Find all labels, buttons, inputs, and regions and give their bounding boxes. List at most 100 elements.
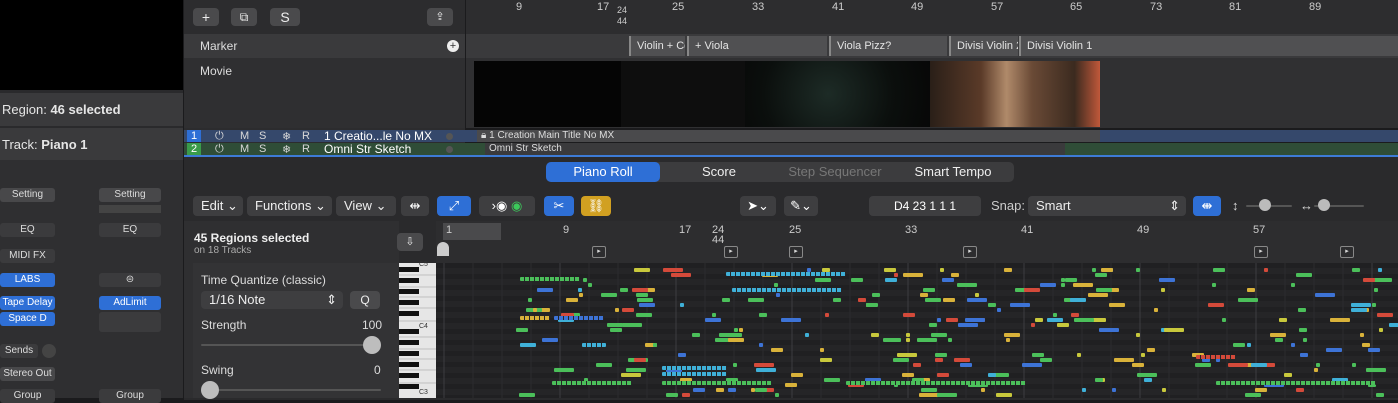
midi-note[interactable] <box>1351 303 1372 307</box>
midi-note[interactable] <box>739 328 744 332</box>
midi-note[interactable] <box>626 368 647 372</box>
midi-note[interactable] <box>719 333 740 337</box>
midi-note[interactable] <box>750 388 755 392</box>
midi-note[interactable] <box>1195 363 1212 367</box>
midi-note[interactable] <box>1379 328 1384 332</box>
midi-note[interactable] <box>541 338 558 342</box>
midi-note[interactable] <box>960 363 973 367</box>
midi-note[interactable] <box>520 343 537 347</box>
midi-note[interactable] <box>1061 278 1066 282</box>
midi-note[interactable] <box>997 308 1002 312</box>
midi-note[interactable] <box>1222 318 1227 322</box>
midi-note[interactable] <box>1073 318 1094 322</box>
midi-note[interactable] <box>583 278 588 282</box>
midi-note[interactable] <box>1136 373 1157 377</box>
quantize-select[interactable]: 1/16 Note ⇕ <box>201 291 343 309</box>
midi-note[interactable] <box>1094 273 1107 277</box>
solo-button[interactable]: S <box>270 8 300 26</box>
midi-note[interactable] <box>988 303 997 307</box>
midi-note[interactable] <box>804 333 809 337</box>
midi-note[interactable] <box>633 358 646 362</box>
midi-note[interactable] <box>587 283 592 287</box>
track-name[interactable]: Omni Str Sketch <box>324 142 411 156</box>
midi-note-run[interactable] <box>1196 355 1236 359</box>
midi-note[interactable] <box>1362 278 1375 282</box>
midi-note[interactable] <box>1212 268 1225 272</box>
region-marker-icon[interactable]: ▸ <box>592 246 606 258</box>
region-marker-icon[interactable]: ▸ <box>789 246 803 258</box>
region[interactable]: 🔒︎ 1 Creation Main Title No MX <box>477 130 1100 142</box>
midi-note[interactable] <box>1316 363 1321 367</box>
strip1-midifx-slot[interactable]: MIDI FX <box>0 249 55 263</box>
position-display[interactable]: D4 23 1 1 1 <box>869 196 981 216</box>
midi-note[interactable] <box>1313 368 1318 372</box>
strip1-insert-slot-1[interactable]: Tape Delay <box>0 296 55 310</box>
midi-note[interactable] <box>758 313 767 317</box>
midi-note[interactable] <box>1227 363 1248 367</box>
midi-draw-icon[interactable]: ⤢ <box>437 196 471 216</box>
midi-note-run[interactable] <box>726 272 846 276</box>
midi-note[interactable] <box>902 313 915 317</box>
midi-note[interactable] <box>1072 283 1093 287</box>
solo-button[interactable]: S <box>259 130 266 142</box>
add-track-button[interactable]: + <box>193 8 219 26</box>
catch-icon[interactable]: ⇹ <box>401 196 429 216</box>
midi-note[interactable] <box>516 328 529 332</box>
midi-note[interactable] <box>1291 343 1296 347</box>
tab-smart-tempo[interactable]: Smart Tempo <box>894 162 1012 182</box>
pointer-tool-icon[interactable]: ➤⌄ <box>740 196 776 216</box>
marker[interactable]: Violin + Ce <box>629 36 685 56</box>
midi-note[interactable] <box>1251 363 1267 367</box>
midi-note[interactable] <box>1031 323 1036 327</box>
strip2-empty-slot[interactable] <box>99 312 161 332</box>
midi-note[interactable] <box>936 318 941 322</box>
midi-note[interactable] <box>928 323 937 327</box>
midi-note[interactable] <box>1034 318 1043 322</box>
swing-slider[interactable] <box>201 389 381 391</box>
midi-note[interactable] <box>950 273 959 277</box>
marker[interactable]: Viola Pizz? <box>829 36 947 56</box>
midi-note[interactable] <box>1232 343 1245 347</box>
mute-button[interactable]: M <box>240 143 249 155</box>
midi-note[interactable] <box>1135 333 1140 337</box>
midi-note[interactable] <box>606 323 623 327</box>
midi-note[interactable] <box>893 358 910 362</box>
midi-note[interactable] <box>610 328 623 332</box>
vertical-zoom-knob[interactable] <box>1259 199 1271 211</box>
midi-note[interactable] <box>712 313 717 317</box>
midi-note-run[interactable] <box>554 316 604 320</box>
midi-note[interactable] <box>677 353 686 357</box>
midi-note[interactable] <box>1010 303 1031 307</box>
midi-note-run[interactable] <box>552 381 632 385</box>
region-marker-icon[interactable]: ▸ <box>963 246 977 258</box>
playhead-icon[interactable] <box>437 242 449 256</box>
midi-note[interactable] <box>957 323 978 327</box>
midi-note[interactable] <box>622 323 643 327</box>
midi-note[interactable] <box>1362 343 1371 347</box>
midi-note[interactable] <box>1111 388 1116 392</box>
midi-note[interactable] <box>1283 373 1292 377</box>
horizontal-zoom-knob[interactable] <box>1318 199 1330 211</box>
midi-note[interactable] <box>923 288 936 292</box>
midi-note-run[interactable] <box>520 316 550 320</box>
add-marker-icon[interactable]: + <box>447 40 459 52</box>
midi-note[interactable] <box>519 393 536 397</box>
midi-note[interactable] <box>947 338 952 342</box>
strength-knob[interactable] <box>363 336 381 354</box>
midi-note[interactable] <box>905 338 910 342</box>
midi-note[interactable] <box>1158 278 1175 282</box>
midi-note[interactable] <box>1299 353 1308 357</box>
midi-note-run[interactable] <box>662 381 772 385</box>
midi-note[interactable] <box>946 318 959 322</box>
midi-note[interactable] <box>850 278 863 282</box>
midi-in-icon[interactable]: ›◉ ◉ <box>479 196 535 216</box>
midi-note[interactable] <box>1164 328 1185 332</box>
midi-note[interactable] <box>633 268 650 272</box>
midi-note[interactable] <box>578 293 583 297</box>
freeze-icon[interactable]: ❄ <box>282 130 291 143</box>
midi-note[interactable] <box>1109 303 1126 307</box>
midi-note[interactable] <box>1022 363 1043 367</box>
midi-note-run[interactable] <box>662 366 727 370</box>
midi-note-run[interactable] <box>732 288 842 292</box>
midi-note[interactable] <box>565 298 578 302</box>
